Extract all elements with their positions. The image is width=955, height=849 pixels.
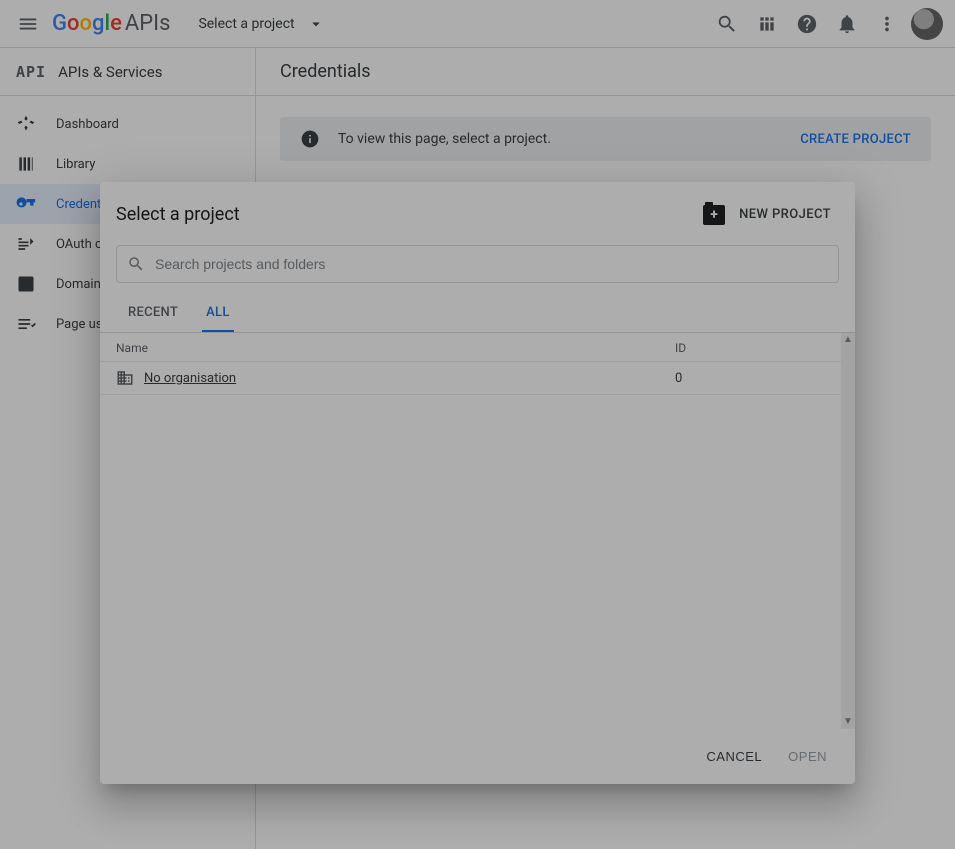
modal-overlay[interactable]: [0, 0, 955, 849]
